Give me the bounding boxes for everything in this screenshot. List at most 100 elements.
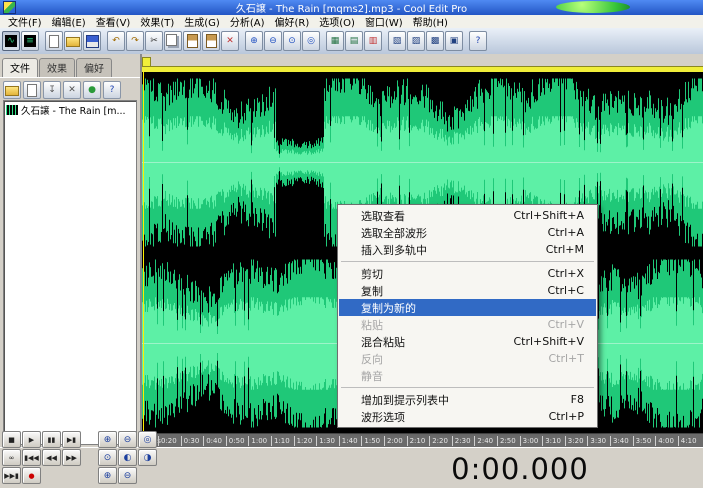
context-menu-item-add-to-cue-list[interactable]: 增加到提示列表中F8 (339, 391, 596, 408)
open-file-button[interactable] (3, 81, 21, 99)
transport-controls: ■▶▮▮▶▮ ∞▮◀◀◀◀▶▶ ▶▶▮● (2, 431, 94, 485)
menu-help[interactable]: 帮助(H) (408, 14, 453, 29)
insert-to-multitrack-button[interactable]: ↧ (43, 81, 61, 99)
open-file-button[interactable] (64, 31, 82, 51)
menu-view[interactable]: 查看(V) (91, 14, 136, 29)
context-menu-item-mix-paste[interactable]: 混合粘贴Ctrl+Shift+V (339, 333, 596, 350)
organizer-icon-row: ↧ ✕ ●? (0, 77, 140, 101)
context-menu-item-select-view[interactable]: 选取查看Ctrl+Shift+A (339, 207, 596, 224)
zoom-window-button[interactable]: ▩ (426, 31, 444, 51)
file-list-item[interactable]: 久石譲 - The Rain [m... (6, 103, 134, 117)
zoom-in-icon: ⊕ (248, 35, 260, 47)
ruler-tick: 3:50 (633, 436, 652, 446)
context-menu-item-insert-into-multitrack[interactable]: 插入到多轨中Ctrl+M (339, 241, 596, 258)
play-file-button[interactable]: ● (83, 81, 101, 99)
redo-button[interactable]: ↷ (126, 31, 144, 51)
undo-button[interactable]: ↶ (107, 31, 125, 51)
save-file-icon (86, 35, 99, 48)
context-menu-label: 复制 (361, 283, 383, 299)
titlebar-green-decoration (556, 1, 630, 13)
waveform-file-icon (6, 105, 18, 115)
multitrack-view-icon: ≡ (24, 35, 36, 47)
ruler-tick: 0:40 (203, 436, 222, 446)
context-menu-item-select-entire-wave[interactable]: 选取全部波形Ctrl+A (339, 224, 596, 241)
time-window-button[interactable]: ▣ (445, 31, 463, 51)
help-button[interactable]: ? (103, 81, 121, 99)
timeline-ruler[interactable]: hms0:200:300:400:501:001:101:201:301:401… (142, 433, 703, 448)
context-menu-shortcut: Ctrl+V (548, 318, 584, 331)
context-menu-item-wave-properties[interactable]: 波形选项Ctrl+P (339, 408, 596, 425)
zoom-full-button[interactable]: ◎ (302, 31, 320, 51)
ruler-tick: 1:00 (248, 436, 267, 446)
go-to-end-button[interactable]: ▶▶▮ (2, 467, 21, 484)
waveform-view-button[interactable]: ∿ (2, 31, 20, 51)
menu-effects[interactable]: 效果(T) (135, 14, 179, 29)
tab-files[interactable]: 文件 (2, 58, 38, 77)
zoom-in-button[interactable]: ⊕ (245, 31, 263, 51)
ruler-tick: 4:10 (678, 436, 697, 446)
zoom-out-button[interactable]: ⊖ (264, 31, 282, 51)
paste-button[interactable] (183, 31, 201, 51)
transport-window-icon: ▨ (410, 35, 422, 47)
ruler-tick: 0:50 (226, 436, 245, 446)
context-menu-item-copy-to-new[interactable]: 复制为新的 (339, 299, 596, 316)
file-list[interactable]: 久石譲 - The Rain [m... (3, 100, 137, 445)
titlebar[interactable]: 久石譲 - The Rain [mqms2].mp3 - Cool Edit P… (0, 0, 703, 15)
zoom-right-edge-button[interactable]: ◑ (138, 449, 157, 466)
cool-edit-pro-window: 久石譲 - The Rain [mqms2].mp3 - Cool Edit P… (0, 0, 703, 488)
context-menu-item-cut[interactable]: 剪切Ctrl+X (339, 265, 596, 282)
zoom-selection-button[interactable]: ⊙ (283, 31, 301, 51)
menu-window[interactable]: 窗口(W) (360, 14, 408, 29)
play-list-window-button[interactable]: ▥ (364, 31, 382, 51)
zoom-left-edge-button[interactable]: ◐ (118, 449, 137, 466)
save-file-button[interactable] (83, 31, 101, 51)
ruler-tick: 3:40 (610, 436, 629, 446)
tab-effects[interactable]: 效果 (39, 58, 75, 77)
ruler-tick: 1:30 (316, 436, 335, 446)
rewind-button[interactable]: ◀◀ (42, 449, 61, 466)
record-button[interactable]: ● (22, 467, 41, 484)
context-menu-label: 选取全部波形 (361, 225, 427, 241)
remove-file-icon: ✕ (66, 84, 78, 96)
menu-analyze[interactable]: 分析(A) (225, 14, 270, 29)
remove-file-button[interactable]: ✕ (63, 81, 81, 99)
menu-file[interactable]: 文件(F) (3, 14, 47, 29)
new-file-button[interactable] (45, 31, 63, 51)
context-menu-shortcut: F8 (571, 393, 584, 406)
menu-favorites[interactable]: 偏好(R) (269, 14, 314, 29)
zoom-vertical-in-button[interactable]: ⊕ (98, 467, 117, 484)
organizer-tabs: 文件效果偏好 (2, 58, 138, 77)
help-button[interactable]: ? (469, 31, 487, 51)
fast-forward-button[interactable]: ▶▶ (62, 449, 81, 466)
menu-edit[interactable]: 编辑(E) (47, 14, 91, 29)
stop-button[interactable]: ■ (2, 431, 21, 448)
zoom-in-button[interactable]: ⊕ (98, 431, 117, 448)
cut-button[interactable]: ✂ (145, 31, 163, 51)
zoom-out-button[interactable]: ⊖ (118, 431, 137, 448)
multitrack-view-button[interactable]: ≡ (21, 31, 39, 51)
pause-button[interactable]: ▮▮ (42, 431, 61, 448)
zoom-full-button[interactable]: ◎ (138, 431, 157, 448)
delete-button[interactable]: ✕ (221, 31, 239, 51)
effects-rack-window-button[interactable]: ▦ (326, 31, 344, 51)
copy-button[interactable] (164, 31, 182, 51)
play-button[interactable]: ▶ (22, 431, 41, 448)
play-to-end-button[interactable]: ▶▮ (62, 431, 81, 448)
mixer-window-button[interactable]: ▧ (388, 31, 406, 51)
context-menu-shortcut: Ctrl+Shift+A (513, 209, 584, 222)
zoom-vertical-out-button[interactable]: ⊖ (118, 467, 137, 484)
delete-icon: ✕ (224, 35, 236, 47)
menu-options[interactable]: 选项(O) (314, 14, 360, 29)
zoom-to-selection-button[interactable]: ⊙ (98, 449, 117, 466)
transport-window-button[interactable]: ▨ (407, 31, 425, 51)
ruler-tick: 3:20 (565, 436, 584, 446)
context-menu-label: 复制为新的 (361, 300, 416, 316)
menu-generate[interactable]: 生成(G) (179, 14, 225, 29)
cue-list-window-button[interactable]: ▤ (345, 31, 363, 51)
go-to-beginning-button[interactable]: ▮◀◀ (22, 449, 41, 466)
close-file-button[interactable] (23, 81, 41, 99)
context-menu-item-copy[interactable]: 复制Ctrl+C (339, 282, 596, 299)
tab-favorites[interactable]: 偏好 (76, 58, 112, 77)
play-looped-button[interactable]: ∞ (2, 449, 21, 466)
mix-paste-button[interactable] (202, 31, 220, 51)
